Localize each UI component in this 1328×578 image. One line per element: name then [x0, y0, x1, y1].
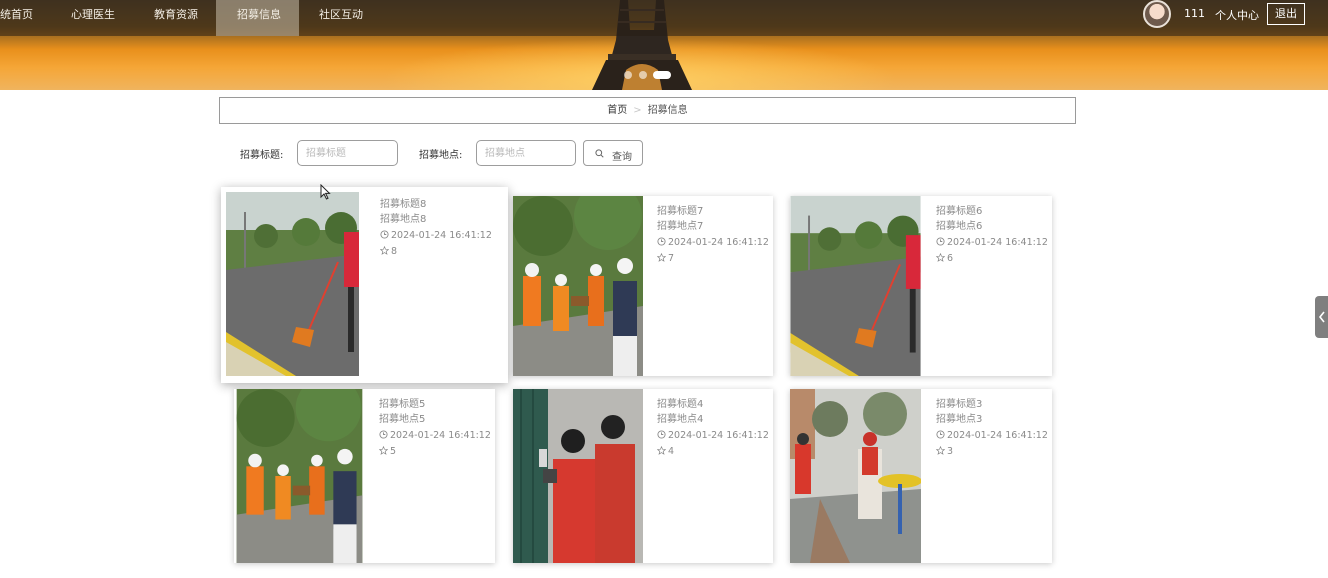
card-time-text: 2024-01-24 16:41:12	[668, 430, 769, 441]
clock-icon	[936, 430, 945, 439]
star-icon	[936, 446, 945, 455]
recruitment-card-image[interactable]	[790, 389, 921, 563]
carousel-dot-3[interactable]	[653, 71, 671, 79]
card-time-text: 2024-01-24 16:41:12	[390, 430, 491, 441]
chevron-left-icon	[1318, 311, 1325, 323]
carousel-dot-1[interactable]	[624, 71, 632, 79]
clock-icon	[657, 237, 666, 246]
recruitment-card-info: 招募标题3 招募地点3 2024-01-24 16:41:12 3	[936, 397, 1048, 459]
card-time-text: 2024-01-24 16:41:12	[668, 237, 769, 248]
location-search-input[interactable]	[476, 140, 576, 166]
card-location: 招募地点3	[936, 414, 983, 425]
recruitment-card-info: 招募标题6 招募地点6 2024-01-24 16:41:12 6	[936, 204, 1048, 266]
star-icon	[657, 446, 666, 455]
recruitment-card-image[interactable]	[513, 389, 643, 563]
card-time-text: 2024-01-24 16:41:12	[947, 237, 1048, 248]
recruitment-card-image[interactable]	[234, 389, 365, 563]
avatar[interactable]	[1143, 0, 1171, 28]
card-favorites-count: 3	[947, 446, 954, 457]
card-favorites-count: 7	[668, 253, 675, 264]
recruitment-card-info: 招募标题7 招募地点7 2024-01-24 16:41:12 7	[657, 204, 769, 266]
card-location: 招募地点4	[657, 414, 704, 425]
recruitment-card-info: 招募标题5 招募地点5 2024-01-24 16:41:12 5	[379, 397, 491, 459]
carousel-dot-2[interactable]	[639, 71, 647, 79]
search-button-label: 查询	[612, 152, 632, 163]
nav-item-psychologists[interactable]: 心理医生	[61, 0, 125, 36]
nav-item-education[interactable]: 教育资源	[144, 0, 208, 36]
breadcrumb-separator: >	[633, 105, 642, 116]
recruitment-card-image[interactable]	[226, 192, 359, 376]
recruitment-card[interactable]: 招募标题7 招募地点7 2024-01-24 16:41:12 7	[513, 196, 773, 376]
card-location: 招募地点6	[936, 221, 983, 232]
title-search-input[interactable]	[297, 140, 398, 166]
breadcrumb: 首页 > 招募信息	[219, 97, 1076, 124]
card-location: 招募地点5	[379, 414, 426, 425]
card-title[interactable]: 招募标题3	[936, 397, 1048, 412]
card-publish-time: 2024-01-24 16:41:12	[657, 428, 769, 443]
star-icon	[936, 253, 945, 262]
location-search-label: 招募地点:	[419, 150, 463, 161]
recruitment-card[interactable]: 招募标题6 招募地点6 2024-01-24 16:41:12 6	[790, 196, 1052, 376]
card-location: 招募地点8	[380, 214, 427, 225]
card-favorites-count: 6	[947, 253, 954, 264]
mouse-cursor-icon	[320, 184, 331, 200]
breadcrumb-home[interactable]: 首页	[607, 105, 627, 116]
card-publish-time: 2024-01-24 16:41:12	[936, 235, 1048, 250]
card-time-text: 2024-01-24 16:41:12	[391, 230, 492, 241]
recruitment-card[interactable]: 招募标题4 招募地点4 2024-01-24 16:41:12 4	[513, 389, 773, 563]
card-publish-time: 2024-01-24 16:41:12	[657, 235, 769, 250]
recruitment-card-info: 招募标题8 招募地点8 2024-01-24 16:41:12 8	[380, 197, 492, 259]
recruitment-card-image[interactable]	[790, 196, 921, 376]
logout-button[interactable]: 退出	[1267, 3, 1305, 25]
card-title[interactable]: 招募标题7	[657, 204, 769, 219]
nav-item-recruitment[interactable]: 招募信息	[216, 0, 299, 36]
card-favorites: 7	[657, 251, 769, 266]
star-icon	[379, 446, 388, 455]
card-title[interactable]: 招募标题5	[379, 397, 491, 412]
card-title[interactable]: 招募标题6	[936, 204, 1048, 219]
recruitment-card-info: 招募标题4 招募地点4 2024-01-24 16:41:12 4	[657, 397, 769, 459]
card-favorites-count: 4	[668, 446, 675, 457]
card-favorites: 3	[936, 444, 1048, 459]
personal-center-link[interactable]: 个人中心	[1215, 7, 1259, 23]
card-favorites-count: 5	[390, 446, 397, 457]
card-favorites: 8	[380, 244, 492, 259]
recruitment-card[interactable]: 招募标题3 招募地点3 2024-01-24 16:41:12 3	[790, 389, 1052, 563]
nav-item-community[interactable]: 社区互动	[309, 0, 373, 36]
card-title[interactable]: 招募标题4	[657, 397, 769, 412]
clock-icon	[657, 430, 666, 439]
top-navbar: 统首页 心理医生 教育资源 招募信息 社区互动	[0, 0, 1328, 36]
card-favorites-count: 8	[391, 246, 398, 257]
search-button[interactable]: 查询	[583, 140, 643, 166]
title-search-label: 招募标题:	[240, 150, 284, 161]
card-time-text: 2024-01-24 16:41:12	[947, 430, 1048, 441]
star-icon	[380, 246, 389, 255]
star-icon	[657, 253, 666, 262]
card-favorites: 6	[936, 251, 1048, 266]
card-favorites: 5	[379, 444, 491, 459]
card-location: 招募地点7	[657, 221, 704, 232]
breadcrumb-current: 招募信息	[647, 105, 688, 116]
clock-icon	[936, 237, 945, 246]
page: 统首页 心理医生 教育资源 招募信息 社区互动 111 个人中心 退出 首页 > 招…	[0, 0, 1328, 578]
card-publish-time: 2024-01-24 16:41:12	[936, 428, 1048, 443]
card-publish-time: 2024-01-24 16:41:12	[380, 228, 492, 243]
card-favorites: 4	[657, 444, 769, 459]
side-panel-toggle[interactable]	[1315, 296, 1328, 338]
card-publish-time: 2024-01-24 16:41:12	[379, 428, 491, 443]
clock-icon	[380, 230, 389, 239]
username: 111	[1184, 7, 1205, 20]
clock-icon	[379, 430, 388, 439]
nav-item-home[interactable]: 统首页	[0, 0, 43, 36]
recruitment-card[interactable]: 招募标题8 招募地点8 2024-01-24 16:41:12 8	[221, 187, 508, 383]
recruitment-card-image[interactable]	[513, 196, 643, 376]
search-icon	[595, 149, 604, 158]
card-title[interactable]: 招募标题8	[380, 197, 492, 212]
recruitment-card[interactable]: 招募标题5 招募地点5 2024-01-24 16:41:12 5	[234, 389, 495, 563]
